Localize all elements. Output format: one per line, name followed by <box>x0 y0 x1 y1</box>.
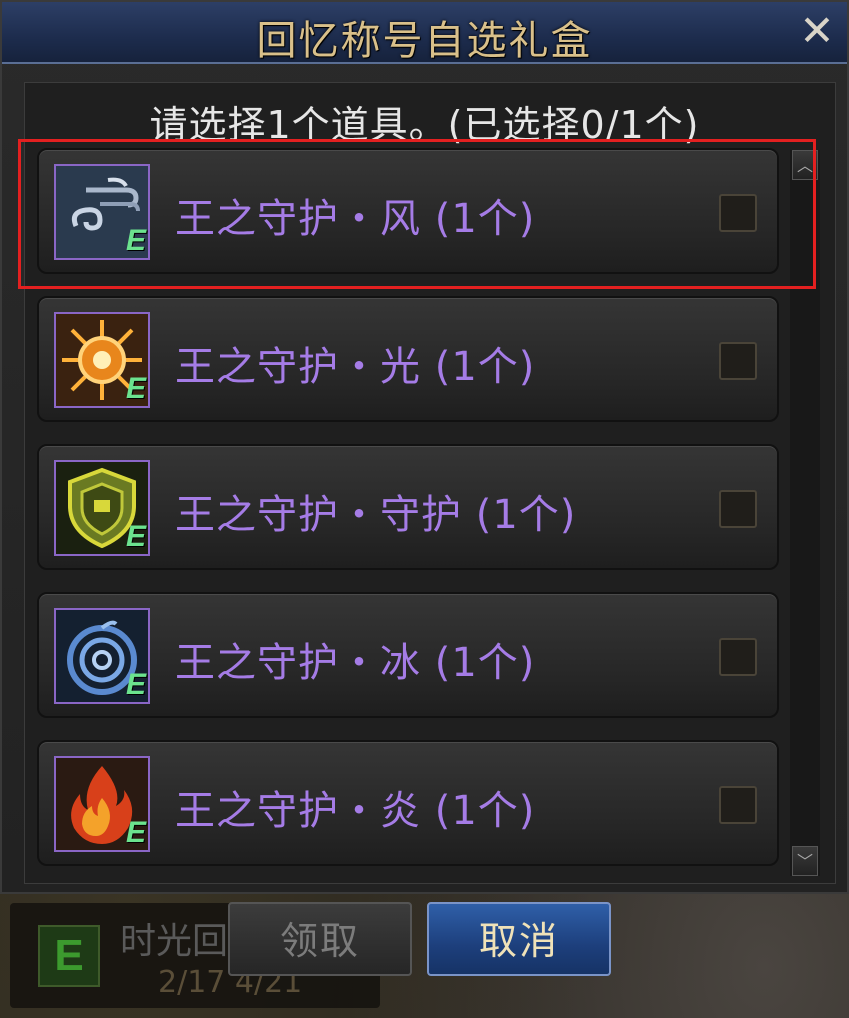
item-checkbox[interactable] <box>719 638 757 676</box>
flame-icon: E <box>54 756 150 852</box>
list-item-ice[interactable]: E 王之守护・冰 (1个) <box>37 592 779 718</box>
shield-icon: E <box>54 460 150 556</box>
claim-button[interactable]: 领取 <box>228 902 412 976</box>
dialog-title: 回忆称号自选礼盒 <box>256 18 593 64</box>
close-icon[interactable]: ✕ <box>795 6 839 56</box>
list-scrollbar[interactable]: ︿ ﹀ <box>790 150 820 876</box>
scroll-up-icon[interactable]: ︿ <box>792 150 818 180</box>
item-checkbox[interactable] <box>719 342 757 380</box>
selection-prompt: 请选择1个道具。(已选择0/1个) <box>149 103 700 147</box>
item-label: 王之守护・风 (1个) <box>175 196 536 242</box>
e-badge: E <box>125 372 146 405</box>
list-item-guard[interactable]: E 王之守护・守护 (1个) <box>37 444 779 570</box>
wind-icon: E <box>54 164 150 260</box>
e-badge: E <box>125 520 146 553</box>
item-label: 王之守护・冰 (1个) <box>175 640 536 686</box>
list-item-wind[interactable]: E 王之守护・风 (1个) <box>37 148 779 274</box>
dialog-titlebar: 回忆称号自选礼盒 ✕ <box>2 2 847 64</box>
e-badge: E <box>125 816 146 849</box>
item-checkbox[interactable] <box>719 490 757 528</box>
cancel-button[interactable]: 取消 <box>427 902 611 976</box>
background-item-icon: E <box>38 925 100 987</box>
e-badge: E <box>125 224 146 257</box>
item-checkbox[interactable] <box>719 786 757 824</box>
list-item-flame[interactable]: E 王之守护・炎 (1个) <box>37 740 779 866</box>
ice-icon: E <box>54 608 150 704</box>
list-item-light[interactable]: E 王之守护・光 (1个) <box>37 296 779 422</box>
light-icon: E <box>54 312 150 408</box>
scroll-down-icon[interactable]: ﹀ <box>792 846 818 876</box>
e-badge: E <box>125 668 146 701</box>
item-checkbox[interactable] <box>719 194 757 232</box>
background-item-name: 时光回 <box>120 921 229 962</box>
item-label: 王之守护・炎 (1个) <box>175 788 536 834</box>
item-label: 王之守护・光 (1个) <box>175 344 536 390</box>
gift-box-dialog: 回忆称号自选礼盒 ✕ 请选择1个道具。(已选择0/1个) E 王之守护・风 (1… <box>0 0 849 894</box>
item-label: 王之守护・守护 (1个) <box>175 492 577 538</box>
